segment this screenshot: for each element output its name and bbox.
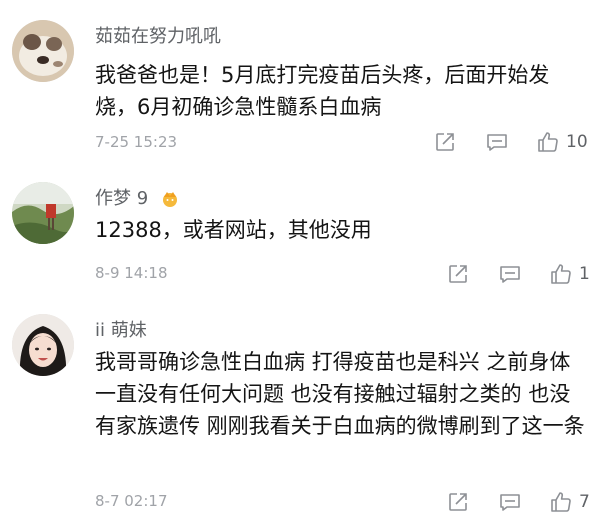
avatar-image [12, 182, 74, 244]
username[interactable]: 作梦 9 [95, 184, 180, 210]
share-icon [436, 133, 454, 151]
timestamp: 7-25 15:23 [95, 133, 178, 151]
like-count: 7 [579, 492, 590, 512]
like-button[interactable]: 1 [549, 262, 590, 286]
reply-button[interactable] [498, 490, 522, 514]
avatar[interactable] [12, 314, 74, 376]
like-count: 10 [566, 132, 588, 152]
share-icon [449, 265, 467, 283]
comment-icon [500, 494, 520, 511]
like-button[interactable]: 7 [549, 490, 590, 514]
share-icon [449, 493, 467, 511]
share-button[interactable] [446, 490, 470, 514]
share-button[interactable] [446, 262, 470, 286]
comment-text: 我哥哥确诊急性白血病 打得疫苗也是科兴 之前身体一直没有任何大问题 也没有接触过… [95, 350, 585, 438]
reply-button[interactable] [498, 262, 522, 286]
avatar-image [12, 20, 74, 82]
comment-item: 作梦 9 12388，或者网站，其他没用 8-9 14:18 1 [0, 170, 600, 302]
avatar[interactable] [12, 182, 74, 244]
comment-icon [500, 266, 520, 283]
timestamp: 8-7 02:17 [95, 492, 168, 510]
thumbs-up-icon [551, 264, 571, 284]
reply-button[interactable] [485, 130, 509, 154]
avatar-image [12, 314, 74, 376]
username[interactable]: 茹茹在努力吼吼 [95, 22, 221, 48]
avatar[interactable] [12, 20, 74, 82]
comment-item: 茹茹在努力吼吼 我爸爸也是！5月底打完疫苗后头疼，后面开始发烧，6月初确诊急性髓… [0, 0, 600, 170]
username-text: 作梦 9 [95, 188, 149, 209]
like-button[interactable]: 10 [536, 130, 588, 154]
comment-icon [487, 134, 507, 151]
comment-text: 12388，或者网站，其他没用 [95, 218, 372, 242]
like-count: 1 [579, 264, 590, 284]
share-button[interactable] [433, 130, 457, 154]
timestamp: 8-9 14:18 [95, 264, 168, 282]
comment-item: ii 萌妹 我哥哥确诊急性白血病 打得疫苗也是科兴 之前身体一直没有任何大问题 … [0, 302, 600, 531]
thumbs-up-icon [551, 492, 571, 512]
thumbs-up-icon [538, 132, 558, 152]
vip-badge-icon [160, 189, 180, 209]
comment-text: 我爸爸也是！5月底打完疫苗后头疼，后面开始发烧，6月初确诊急性髓系白血病 [95, 63, 550, 119]
username[interactable]: ii 萌妹 [95, 316, 147, 342]
